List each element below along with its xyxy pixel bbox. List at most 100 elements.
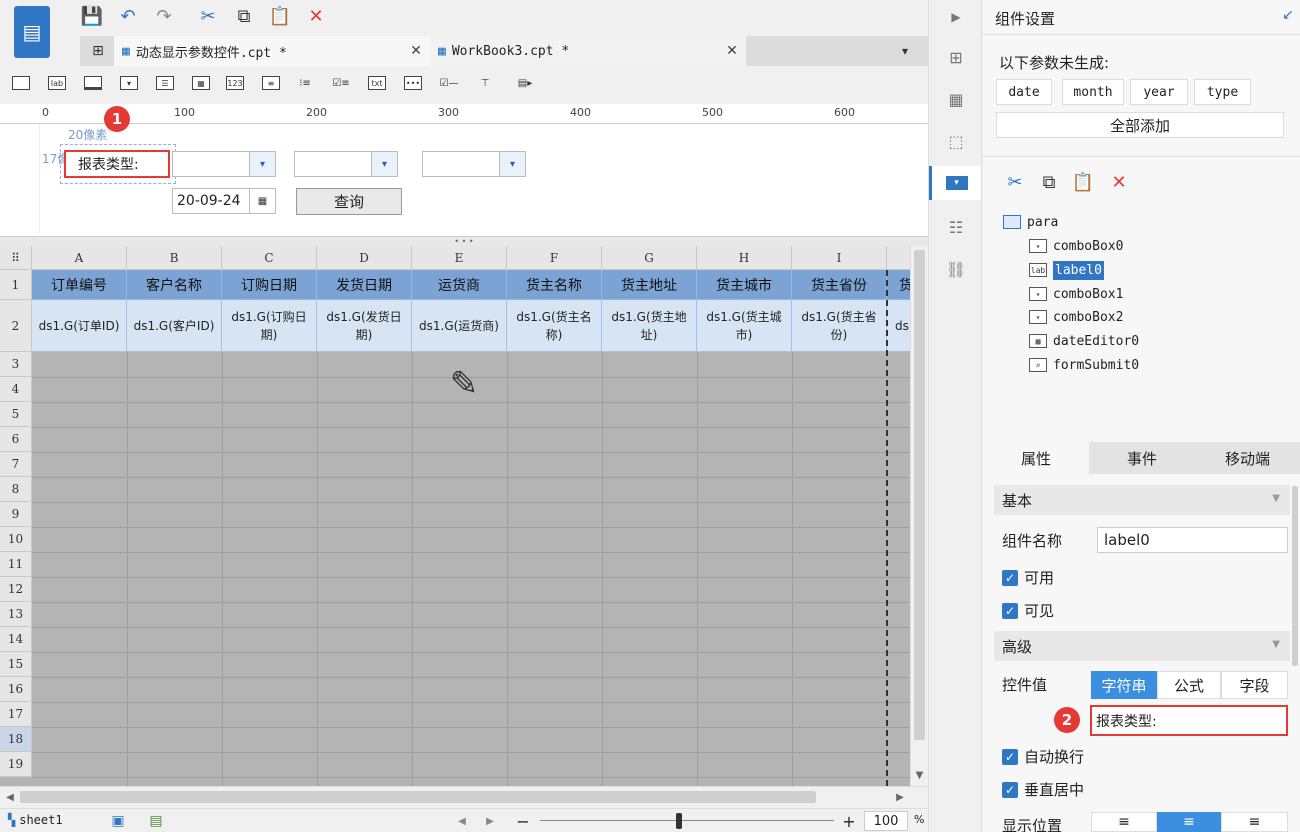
- collapse-arrow-icon[interactable]: ▶: [943, 4, 969, 30]
- row-header[interactable]: 5: [0, 402, 32, 427]
- tree-node-para[interactable]: para: [1003, 211, 1058, 233]
- paste-icon[interactable]: 📋: [268, 4, 292, 28]
- align-center-icon[interactable]: ≡: [1157, 812, 1221, 832]
- param-month-button[interactable]: month: [1062, 79, 1124, 105]
- paste-icon[interactable]: 📋: [1071, 170, 1095, 194]
- cell-header[interactable]: 货主省份: [792, 270, 887, 300]
- cell-data[interactable]: ds1.G(货主地址): [602, 300, 697, 352]
- cell-data-partial[interactable]: ds: [887, 300, 910, 352]
- grid-layout-icon[interactable]: ⊞: [88, 41, 108, 61]
- zoom-input[interactable]: 100: [864, 811, 908, 831]
- layout-icon[interactable]: ⊞: [943, 44, 969, 70]
- section-advanced[interactable]: 高级 ▼: [994, 631, 1290, 661]
- dropdown-icon[interactable]: ▾: [371, 152, 397, 176]
- column-header[interactable]: C: [222, 246, 317, 270]
- cut-icon[interactable]: ✂: [196, 4, 220, 28]
- tab-mobile[interactable]: 移动端: [1195, 442, 1300, 474]
- row-header[interactable]: 19: [0, 752, 32, 777]
- vertical-scrollbar[interactable]: ▼: [910, 246, 928, 786]
- add-poly-sheet-icon[interactable]: ▤: [142, 811, 170, 831]
- row-header[interactable]: 7: [0, 452, 32, 477]
- zoom-in-icon[interactable]: +: [840, 811, 858, 831]
- radio-group-widget-icon[interactable]: ⁝≡: [292, 72, 318, 94]
- auto-wrap-checkbox[interactable]: ✓ 自动换行: [1002, 746, 1084, 767]
- row-header[interactable]: 16: [0, 677, 32, 702]
- column-header[interactable]: F: [507, 246, 602, 270]
- textarea-widget-icon[interactable]: ≡: [258, 72, 284, 94]
- collapse-icon[interactable]: ▼: [1272, 639, 1280, 650]
- dropdown-icon[interactable]: ▾: [499, 152, 525, 176]
- cell-header[interactable]: 发货日期: [317, 270, 412, 300]
- next-sheet-icon[interactable]: ▶: [482, 813, 498, 829]
- query-button[interactable]: 查询: [296, 188, 402, 215]
- column-header[interactable]: A: [32, 246, 127, 270]
- row-header[interactable]: 17: [0, 702, 32, 727]
- cell-data[interactable]: ds1.G(运货商): [412, 300, 507, 352]
- widget-settings-tab[interactable]: ▾: [929, 166, 981, 200]
- split-handle[interactable]: • • •: [0, 236, 928, 246]
- tree-node-combobox0[interactable]: ▾ comboBox0: [1029, 235, 1123, 257]
- scroll-left-icon[interactable]: ◀: [2, 789, 18, 805]
- add-sheet-icon[interactable]: ▣: [104, 811, 132, 831]
- undo-icon[interactable]: ↶: [116, 4, 140, 28]
- combobox-widget-icon[interactable]: ▾: [116, 72, 142, 94]
- tab-properties[interactable]: 属性: [983, 442, 1089, 474]
- cell-header[interactable]: 货主名称: [507, 270, 602, 300]
- number-widget-icon[interactable]: 123: [222, 72, 248, 94]
- cell-header[interactable]: 订购日期: [222, 270, 317, 300]
- copy-icon[interactable]: ⧉: [232, 4, 256, 28]
- dropdown-icon[interactable]: ▾: [249, 152, 275, 176]
- spreadsheet-grid[interactable]: ⠿ A B C D E F G H I 订单编号 客户名称 订购日期 发货日期 …: [0, 246, 910, 786]
- delete-icon[interactable]: ✕: [304, 4, 328, 28]
- form-info-icon[interactable]: ▦: [943, 86, 969, 112]
- align-left-icon[interactable]: ≡: [1091, 812, 1157, 832]
- cell-data[interactable]: ds1.G(发货日期): [317, 300, 412, 352]
- tab-workbook3[interactable]: ▦ WorkBook3.cpt *: [430, 36, 746, 66]
- row-header[interactable]: 10: [0, 527, 32, 552]
- cell-header-partial[interactable]: 货: [887, 270, 910, 300]
- frame-icon[interactable]: ⬚: [943, 128, 969, 154]
- textbox-widget-icon[interactable]: [8, 72, 34, 94]
- row-header[interactable]: 4: [0, 377, 32, 402]
- tree-widget-icon[interactable]: ⊤: [472, 72, 498, 94]
- value-type-field[interactable]: 字段: [1221, 671, 1288, 699]
- tree-node-label0[interactable]: lab label0: [1029, 259, 1104, 281]
- combobox-1[interactable]: ▾: [294, 151, 398, 177]
- column-header[interactable]: B: [127, 246, 222, 270]
- cell-header[interactable]: 客户名称: [127, 270, 222, 300]
- close-tab-icon[interactable]: ✕: [406, 41, 426, 61]
- scroll-thumb[interactable]: [914, 250, 925, 740]
- row-header[interactable]: 9: [0, 502, 32, 527]
- combobox-2[interactable]: ▾: [422, 151, 526, 177]
- param-year-button[interactable]: year: [1130, 79, 1188, 105]
- tab-list-icon[interactable]: ▾: [894, 41, 916, 61]
- param-date-button[interactable]: date: [996, 79, 1052, 105]
- value-type-string[interactable]: 字符串: [1091, 671, 1157, 699]
- cell-header[interactable]: 货主地址: [602, 270, 697, 300]
- column-header[interactable]: G: [602, 246, 697, 270]
- column-header-partial[interactable]: [887, 246, 910, 270]
- cell-header[interactable]: 货主城市: [697, 270, 792, 300]
- row-header[interactable]: 11: [0, 552, 32, 577]
- cell-data[interactable]: ds1.G(客户ID): [127, 300, 222, 352]
- cell-header[interactable]: 订单编号: [32, 270, 127, 300]
- row-header[interactable]: 15: [0, 652, 32, 677]
- label-widget-icon[interactable]: lab: [44, 72, 70, 94]
- password-widget-icon[interactable]: •••: [400, 72, 426, 94]
- checkbox-group-widget-icon[interactable]: ☑≡: [328, 72, 354, 94]
- row-header[interactable]: 3: [0, 352, 32, 377]
- cell-data[interactable]: ds1.G(货主城市): [697, 300, 792, 352]
- tree-node-formsubmit0[interactable]: ⌕ formSubmit0: [1029, 354, 1139, 376]
- save-icon[interactable]: 💾: [80, 4, 104, 28]
- copy-icon[interactable]: ⧉: [1037, 170, 1061, 194]
- checkbox-widget-icon[interactable]: ☑—: [436, 72, 462, 94]
- tab-events[interactable]: 事件: [1089, 442, 1195, 474]
- add-all-button[interactable]: 全部添加: [996, 112, 1284, 138]
- cell-data[interactable]: ds1.G(订单ID): [32, 300, 127, 352]
- scroll-thumb[interactable]: [20, 791, 816, 803]
- section-basic[interactable]: 基本 ▼: [994, 485, 1290, 515]
- tree-node-dateeditor0[interactable]: ▦ dateEditor0: [1029, 330, 1139, 352]
- zoom-slider-track[interactable]: [540, 820, 834, 821]
- link-icon[interactable]: ⛓: [943, 256, 969, 282]
- param-type-button[interactable]: type: [1194, 79, 1251, 105]
